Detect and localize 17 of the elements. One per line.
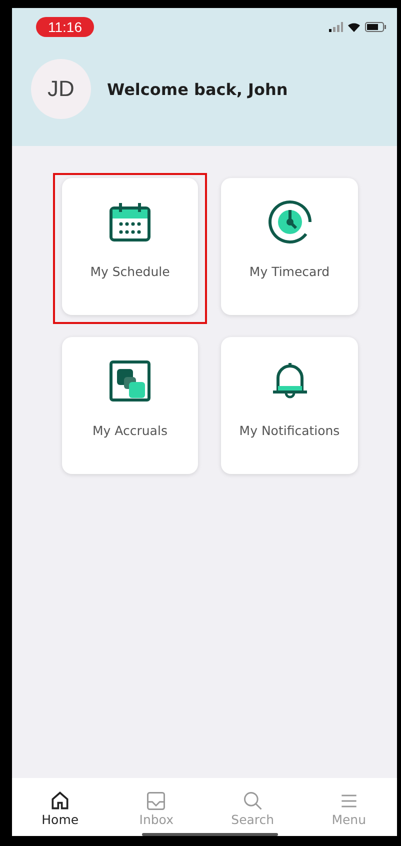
search-icon	[242, 790, 264, 812]
menu-tile[interactable]: My Timecard	[221, 178, 358, 315]
signal-icon	[329, 22, 343, 32]
clock-icon	[266, 198, 314, 246]
battery-icon	[365, 22, 387, 32]
menu-tile[interactable]: My Notifications	[221, 337, 358, 474]
calendar-icon	[109, 202, 151, 242]
inbox-icon	[145, 790, 168, 812]
welcome-text: Welcome back, John	[107, 80, 288, 98]
status-time: 11:16	[36, 17, 94, 37]
nav-tab[interactable]: Home	[12, 790, 108, 836]
accruals-icon	[109, 360, 151, 402]
menu-tile[interactable]: My Accruals	[62, 337, 198, 474]
user-avatar: JD	[31, 59, 91, 119]
menu-tile[interactable]: My Schedule	[62, 178, 198, 315]
wifi-icon	[347, 22, 361, 32]
home-icon	[49, 790, 72, 812]
